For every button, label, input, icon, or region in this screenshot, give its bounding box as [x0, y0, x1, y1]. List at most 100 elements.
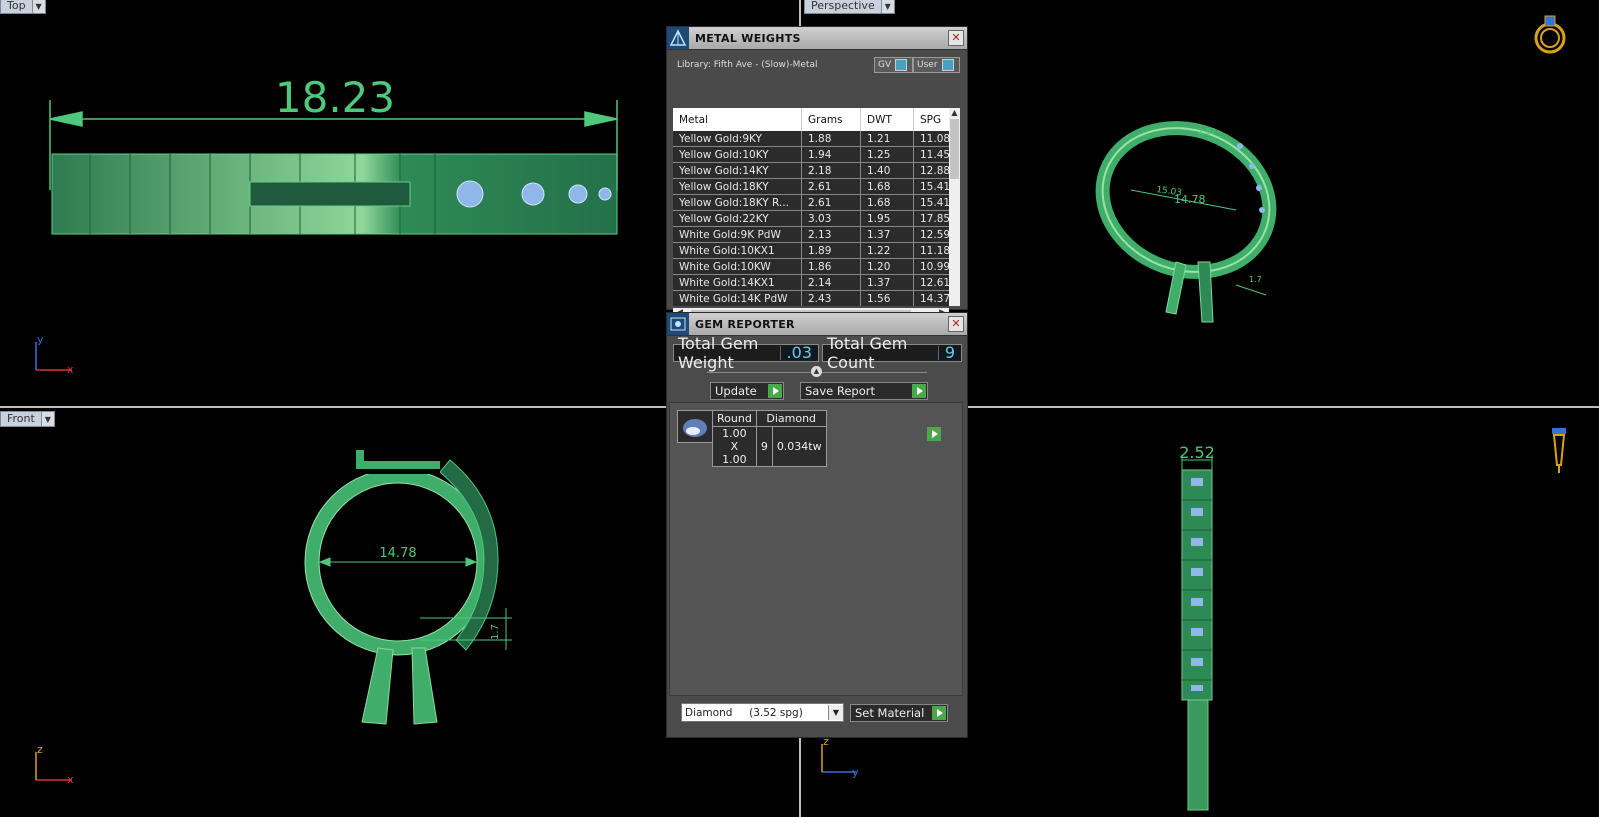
- toggle-indicator: [895, 59, 908, 71]
- total-gem-count-field: Total Gem Count 9: [822, 334, 962, 372]
- table-cell: 1.20: [860, 258, 914, 275]
- table-row[interactable]: Yellow Gold:9KY 1.88 1.21 11.08: [673, 131, 949, 147]
- pen-badge-icon: [1552, 428, 1566, 473]
- gv-toggle[interactable]: GV: [874, 57, 913, 73]
- table-cell: 1.95: [860, 210, 914, 227]
- dimension-label-top: 18.23: [275, 73, 395, 122]
- svg-text:y: y: [852, 766, 859, 779]
- material-select[interactable]: Diamond (3.52 spg) ▼: [681, 703, 844, 722]
- table-cell: 10.99: [913, 258, 949, 275]
- table-cell: 15.41: [913, 178, 949, 195]
- column-header[interactable]: SPG: [913, 108, 949, 131]
- table-cell: 2.61: [801, 194, 861, 211]
- table-row[interactable]: Yellow Gold:22KY 3.03 1.95 17.85: [673, 210, 949, 227]
- svg-text:y: y: [37, 333, 44, 346]
- svg-text:15.03: 15.03: [1156, 185, 1183, 198]
- table-cell: 1.68: [860, 178, 914, 195]
- gem-material: Diamond: [755, 410, 827, 427]
- save-report-button[interactable]: Save Report: [800, 382, 928, 400]
- chevron-down-icon[interactable]: ▼: [828, 705, 843, 720]
- play-icon: [932, 706, 946, 720]
- panel-title: METAL WEIGHTS: [695, 31, 801, 45]
- toggle-indicator: [941, 59, 954, 71]
- table-row[interactable]: White Gold:9K PdW 2.13 1.37 12.59: [673, 226, 949, 243]
- table-cell: 12.88: [913, 162, 949, 179]
- svg-text:x: x: [67, 773, 74, 786]
- table-cell: 2.14: [801, 274, 861, 291]
- scroll-thumb[interactable]: [950, 119, 959, 179]
- axis-gizmo-top: y x: [35, 333, 74, 376]
- table-cell: 1.37: [860, 226, 914, 243]
- table-row[interactable]: Yellow Gold:14KY 2.18 1.40 12.88: [673, 162, 949, 179]
- table-row[interactable]: Yellow Gold:18KY R... 2.61 1.68 15.41: [673, 194, 949, 211]
- table-row[interactable]: White Gold:14K PdW 2.43 1.56 14.37: [673, 290, 949, 306]
- play-icon: [912, 384, 926, 398]
- table-cell: 1.68: [860, 194, 914, 211]
- metal-table-vertical-scrollbar[interactable]: ▲: [949, 108, 960, 306]
- front-viewport-canvas[interactable]: 14.78 1.7 z x: [0, 410, 660, 815]
- table-cell: 11.18: [913, 242, 949, 259]
- gem-detail-play-icon[interactable]: [927, 427, 941, 441]
- table-row[interactable]: White Gold:10KX1 1.89 1.22 11.18: [673, 242, 949, 259]
- table-cell: 12.59: [913, 226, 949, 243]
- gem-reporter-titlebar[interactable]: GEM REPORTER ✕: [667, 313, 967, 336]
- metal-weights-titlebar[interactable]: METAL WEIGHTS ✕: [667, 27, 967, 50]
- table-row[interactable]: Yellow Gold:10KY 1.94 1.25 11.45: [673, 146, 949, 163]
- table-cell: 17.85: [913, 210, 949, 227]
- table-cell: 11.45: [913, 146, 949, 163]
- close-icon[interactable]: ✕: [948, 30, 964, 46]
- svg-text:1.7: 1.7: [490, 624, 501, 640]
- column-header[interactable]: DWT: [860, 108, 914, 131]
- svg-text:z: z: [37, 743, 43, 756]
- column-header[interactable]: Metal: [673, 108, 802, 131]
- axis-gizmo-side: z y: [821, 735, 859, 779]
- table-cell: White Gold:14KX1: [673, 274, 802, 291]
- gem-reporter-panel[interactable]: GEM REPORTER ✕ Total Gem Weight .03 Tota…: [666, 312, 968, 738]
- close-icon[interactable]: ✕: [948, 316, 964, 332]
- table-cell: White Gold:14K PdW: [673, 290, 802, 306]
- viewport-label-perspective[interactable]: Perspective ▼: [804, 0, 895, 14]
- total-gem-weight-value: .03: [779, 345, 818, 361]
- gem-size: 1.00 X 1.00: [712, 426, 757, 467]
- gem-list-area[interactable]: Round Diamond 1.00 X 1.00 9 0.034tw: [669, 402, 963, 696]
- table-cell: 3.03: [801, 210, 861, 227]
- table-cell: White Gold:10KX1: [673, 242, 802, 259]
- axis-gizmo-front: z x: [35, 743, 74, 786]
- table-cell: 2.43: [801, 290, 861, 306]
- table-cell: 15.41: [913, 194, 949, 211]
- table-cell: Yellow Gold:22KY: [673, 210, 802, 227]
- collapse-handle-icon[interactable]: ▲: [811, 366, 822, 377]
- chevron-down-icon[interactable]: ▼: [880, 0, 894, 13]
- panel-title: GEM REPORTER: [695, 317, 795, 331]
- column-header[interactable]: Grams: [801, 108, 861, 131]
- gem-shape: Round: [712, 410, 757, 427]
- update-button[interactable]: Update: [710, 382, 784, 400]
- top-viewport-canvas[interactable]: 18.23 y x: [0, 0, 780, 400]
- table-cell: 14.37: [913, 290, 949, 306]
- metal-weights-panel[interactable]: METAL WEIGHTS ✕ Library: Fifth Ave - (Sl…: [666, 26, 968, 322]
- chevron-up-icon[interactable]: ▲: [949, 108, 960, 117]
- total-gem-count-value: 9: [937, 345, 961, 361]
- table-row[interactable]: White Gold:14KX1 2.14 1.37 12.61: [673, 274, 949, 291]
- table-cell: 12.61: [913, 274, 949, 291]
- svg-text:2.52: 2.52: [1198, 127, 1216, 136]
- viewport-label-text: Perspective: [811, 0, 875, 12]
- table-cell: 2.13: [801, 226, 861, 243]
- metal-table-container[interactable]: Metal Grams DWT SPG Yellow Gold:9KY 1.88 1.21…: [673, 108, 949, 306]
- table-row[interactable]: White Gold:10KW 1.86 1.20 10.99: [673, 258, 949, 275]
- table-cell: White Gold:10KW: [673, 258, 802, 275]
- gem-count: 9: [755, 426, 773, 467]
- table-cell: 1.25: [860, 146, 914, 163]
- table-cell: White Gold:9K PdW: [673, 226, 802, 243]
- table-row[interactable]: Yellow Gold:18KY 2.61 1.68 15.41: [673, 178, 949, 195]
- set-material-button[interactable]: Set Material: [850, 704, 948, 722]
- table-cell: 1.86: [801, 258, 861, 275]
- gem-weight: 0.034tw: [771, 426, 827, 467]
- table-cell: 1.37: [860, 274, 914, 291]
- table-cell: Yellow Gold:18KY R...: [673, 194, 802, 211]
- gem-report-icon: [667, 313, 689, 335]
- table-cell: 11.08: [913, 131, 949, 147]
- user-toggle[interactable]: User: [913, 57, 960, 73]
- table-cell: 1.94: [801, 146, 861, 163]
- perspective-viewport-canvas[interactable]: 14.78 15.03 2.52 1.7: [966, 0, 1599, 400]
